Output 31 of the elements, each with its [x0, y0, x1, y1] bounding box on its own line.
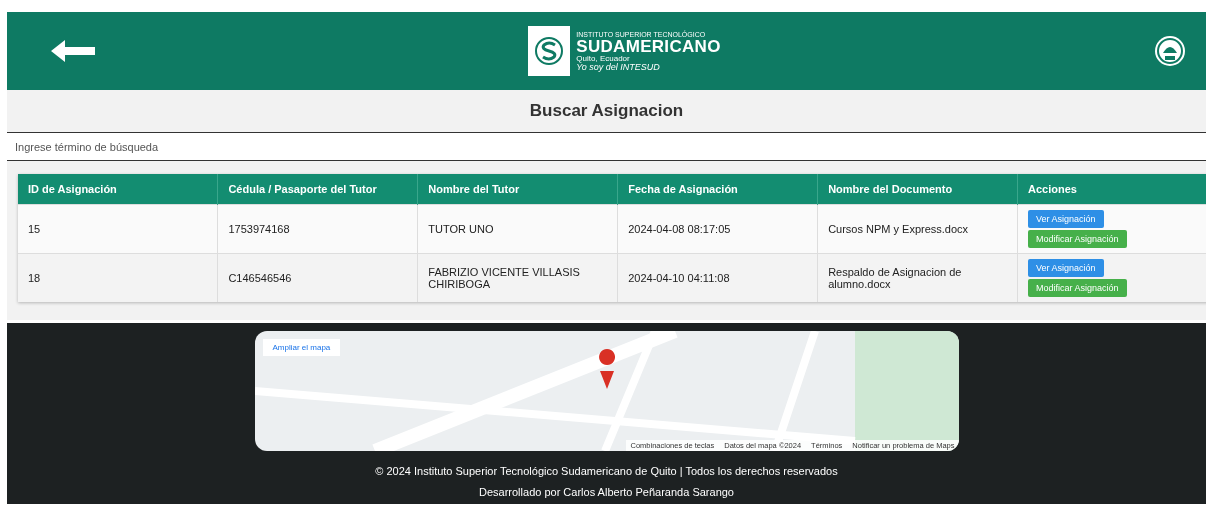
search-field[interactable]: Ingrese término de búsqueda	[7, 132, 1206, 161]
credit-text: Desarrollado por Carlos Alberto Peñaranda Sarango	[479, 486, 734, 498]
emblem-icon[interactable]	[1154, 35, 1186, 67]
table-cell: 1753974168	[217, 204, 418, 254]
logo-slogan: Yo soy del INTESUD	[576, 62, 661, 72]
table-cell: C146546546	[217, 253, 418, 302]
column-header: Nombre del Tutor	[417, 174, 618, 205]
table-cell: 2024-04-10 04:11:08	[617, 253, 818, 302]
column-header: Cédula / Pasaporte del Tutor	[217, 174, 418, 205]
copyright-text: © 2024 Instituto Superior Tecnológico Sudamericano de Quito | Todos los derechos reservados	[375, 465, 838, 477]
column-header: Acciones	[1017, 174, 1206, 205]
table-cell: 2024-04-08 08:17:05	[617, 204, 818, 254]
table-cell: 18	[18, 253, 218, 302]
column-header: ID de Asignación	[18, 174, 218, 205]
table-cell: FABRIZIO VICENTE VILLASIS CHIRIBOGA	[417, 253, 618, 302]
logo-text: SUDAMERICANO	[576, 37, 721, 55]
page-title: Buscar Asignacion	[529, 101, 684, 121]
expand-map-link[interactable]: Ampliar el mapa	[262, 339, 341, 356]
table-cell: 15	[18, 204, 218, 254]
view-button[interactable]: Ver Asignación	[1028, 259, 1104, 277]
table-cell: Respaldo de Asignacion de alumno.docx	[817, 253, 1018, 302]
back-arrow-icon[interactable]	[51, 40, 95, 62]
column-header: Fecha de Asignación	[617, 174, 818, 205]
logo-text: Quito, Ecuador	[576, 54, 631, 63]
table-cell: TUTOR UNO	[417, 204, 618, 254]
column-header: Nombre del Documento	[817, 174, 1018, 205]
edit-button[interactable]: Modificar Asignación	[1028, 230, 1127, 248]
table-cell: Cursos NPM y Express.docx	[817, 204, 1018, 254]
edit-button[interactable]: Modificar Asignación	[1028, 279, 1127, 297]
s-logo-icon	[534, 36, 565, 66]
view-button[interactable]: Ver Asignación	[1028, 210, 1104, 228]
